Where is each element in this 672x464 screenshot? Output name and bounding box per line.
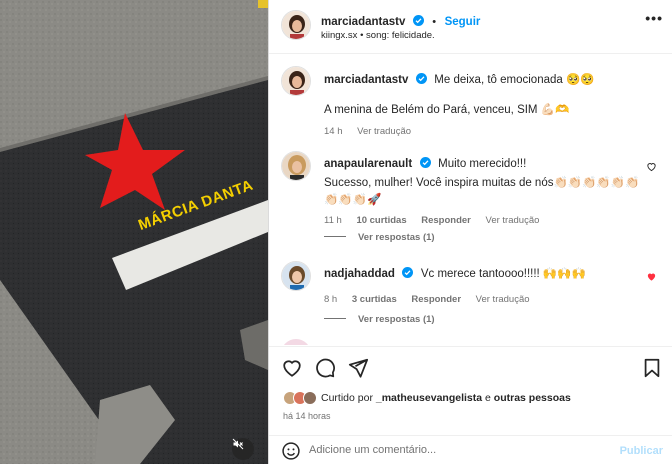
liked-by-text: Curtido por _matheusevangelista e outras… — [321, 392, 571, 404]
reply-button[interactable]: Responder — [421, 215, 471, 226]
more-options-button[interactable]: ••• — [645, 10, 663, 26]
view-replies-button[interactable]: Ver respostas (1) — [324, 232, 435, 243]
comments-list: marciadantastv Me deixa, tô emocionada 🥺… — [269, 55, 672, 345]
avatar-image — [282, 152, 310, 180]
comment-likes[interactable]: 3 curtidas — [352, 294, 397, 305]
media-photo — [0, 0, 268, 464]
comment-text-line3: 👏🏻👏🏻👏🏻🚀 — [324, 194, 382, 206]
speaker-muted-icon — [232, 438, 244, 450]
liker-avatar[interactable] — [303, 391, 317, 405]
publish-button[interactable]: Publicar — [620, 445, 663, 457]
post-dialog: MÁRCIA DANTA marciadantastv • Seguir kii… — [0, 0, 672, 464]
author-username[interactable]: marciadantastv — [321, 16, 405, 28]
avatar-image — [282, 67, 310, 95]
replies-divider — [324, 318, 346, 319]
view-replies-button[interactable]: Ver respostas (1) — [324, 314, 435, 325]
follow-button[interactable]: Seguir — [445, 16, 481, 28]
liked-suffix: e — [485, 392, 491, 404]
liked-prefix: Curtido por — [321, 392, 373, 404]
separator-dot: • — [432, 16, 437, 28]
like-heart-icon[interactable] — [281, 357, 303, 379]
liked-others-link[interactable]: outras pessoas — [494, 392, 571, 404]
caption-comment: marciadantastv Me deixa, tô emocionada 🥺… — [281, 66, 661, 137]
view-replies-label[interactable]: Ver respostas (1) — [358, 314, 435, 325]
mute-button[interactable] — [232, 438, 254, 460]
avatar-image — [282, 11, 310, 39]
post-actions: Curtido por _matheusevangelista e outras… — [269, 346, 672, 464]
comment-avatar[interactable] — [281, 261, 311, 291]
comment-time[interactable]: 8 h — [324, 294, 337, 305]
post-media[interactable]: MÁRCIA DANTA — [0, 0, 268, 464]
post-header: marciadantastv • Seguir kiingx.sx • song… — [269, 0, 672, 54]
author-avatar[interactable] — [281, 10, 311, 40]
comment-bubble-icon[interactable] — [314, 357, 336, 379]
post-panel: marciadantastv • Seguir kiingx.sx • song… — [268, 0, 672, 464]
comment-meta: 14 h Ver tradução — [324, 126, 644, 137]
liked-by-row: Curtido por _matheusevangelista e outras… — [283, 391, 571, 405]
share-paper-plane-icon[interactable] — [347, 357, 369, 379]
comment-meta: 11 h 10 curtidas Responder Ver tradução — [324, 215, 644, 226]
comment-item: nadjahaddad Vc merece tantoooo!!!!! 🙌🙌🙌 … — [281, 261, 661, 321]
comment-avatar[interactable] — [281, 151, 311, 181]
next-comment-avatar[interactable] — [281, 339, 311, 345]
comment-time[interactable]: 11 h — [324, 215, 342, 226]
comment-text: Me deixa, tô emocionada 🥺🥺 — [434, 74, 595, 86]
avatar-image — [282, 262, 310, 290]
translate-link[interactable]: Ver tradução — [476, 294, 530, 305]
add-comment-bar: Publicar — [269, 435, 672, 464]
translate-link[interactable]: Ver tradução — [357, 126, 411, 137]
comment-input[interactable] — [309, 444, 609, 456]
like-comment-heart-icon[interactable] — [646, 161, 657, 172]
reply-button[interactable]: Responder — [411, 294, 461, 305]
comment-text: Vc merece tantoooo!!!!! 🙌🙌🙌 — [420, 268, 586, 280]
caption-avatar[interactable] — [281, 66, 311, 96]
replies-divider — [324, 236, 346, 237]
liked-comment-heart-icon[interactable] — [646, 271, 657, 282]
liked-user-link[interactable]: _matheusevangelista — [376, 392, 482, 404]
comment-likes[interactable]: 10 curtidas — [356, 215, 406, 226]
comment-text-line2: A menina de Belém do Pará, venceu, SIM 💪… — [324, 104, 570, 116]
comment-text-line2: Sucesso, mulher! Você inspira muitas de … — [324, 177, 640, 189]
view-replies-label[interactable]: Ver respostas (1) — [358, 232, 435, 243]
verified-badge-icon — [415, 73, 427, 84]
verified-badge-icon — [402, 267, 414, 278]
verified-badge-icon — [419, 157, 431, 168]
comment-username[interactable]: marciadantastv — [324, 74, 408, 86]
comment-time[interactable]: 14 h — [324, 126, 343, 137]
comment-item: anapaularenault Muito merecido!!! Sucess… — [281, 151, 661, 226]
emoji-smiley-icon[interactable] — [281, 441, 301, 461]
audio-subtitle[interactable]: kiingx.sx • song: felicidade. — [321, 30, 435, 41]
translate-link[interactable]: Ver tradução — [486, 215, 540, 226]
comment-username[interactable]: nadjahaddad — [324, 268, 395, 280]
comment-text: Muito merecido!!! — [438, 158, 527, 170]
post-timestamp[interactable]: há 14 horas — [283, 411, 331, 421]
save-bookmark-icon[interactable] — [641, 357, 663, 379]
verified-badge-icon — [412, 15, 424, 26]
comment-username[interactable]: anapaularenault — [324, 158, 412, 170]
comment-meta: 8 h 3 curtidas Responder Ver tradução — [324, 294, 644, 305]
